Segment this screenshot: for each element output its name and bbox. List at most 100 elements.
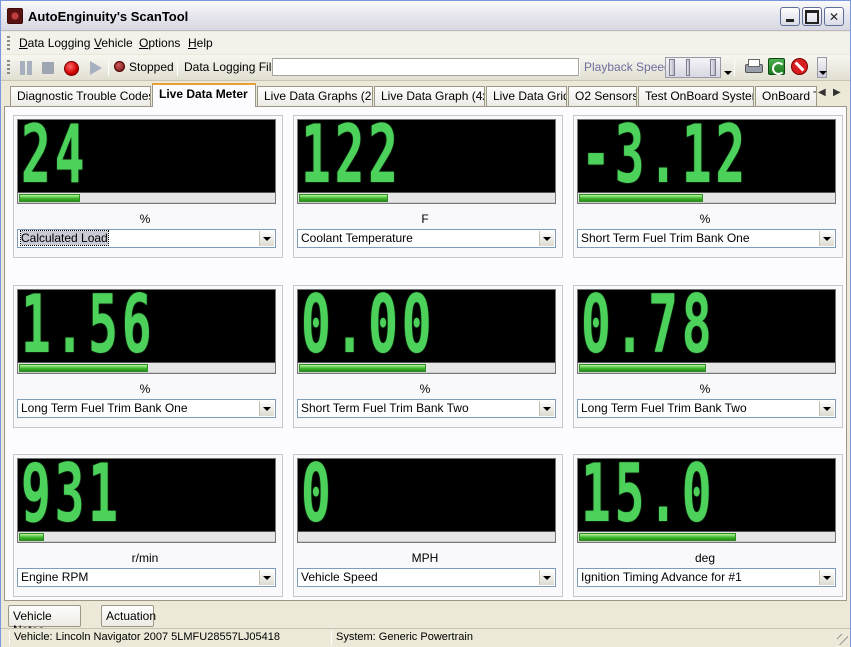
tab-scroll-left-icon[interactable]: ◀	[818, 87, 826, 98]
resize-grip-icon[interactable]	[837, 634, 848, 645]
menu-bar: Data Logging Vehicle Options Help	[1, 32, 850, 54]
pid-select[interactable]: Short Term Fuel Trim Bank Two	[297, 399, 556, 418]
pid-select-value: Calculated Load	[20, 230, 109, 246]
tab-live-data-graphs-2x[interactable]: Live Data Graphs (2x)	[257, 86, 373, 106]
pid-select-value: Engine RPM	[21, 570, 89, 584]
level-bar-fill	[19, 364, 148, 372]
meter-tile: 15.0 deg Ignition Timing Advance for #1	[573, 454, 843, 597]
lcd-display: 1.56	[17, 289, 276, 374]
status-indicator-icon	[114, 61, 125, 72]
chevron-down-icon[interactable]	[819, 401, 834, 416]
pid-select[interactable]: Coolant Temperature	[297, 229, 556, 248]
window-title: AutoEnginuity's ScanTool	[28, 9, 189, 24]
pid-select-value: Ignition Timing Advance for #1	[581, 570, 742, 584]
tab-live-data-graph-4x[interactable]: Live Data Graph (4x)	[374, 86, 485, 106]
tab-scroll-right-icon[interactable]: ▶	[833, 87, 841, 98]
pause-icon[interactable]	[17, 59, 35, 77]
pid-select[interactable]: Engine RPM	[17, 568, 276, 587]
chevron-down-icon[interactable]	[259, 401, 274, 416]
playback-speed-label: Playback Speed	[584, 60, 671, 74]
menu-options[interactable]: Options	[139, 36, 180, 50]
meter-tile: 931 r/min Engine RPM	[13, 454, 283, 597]
chevron-down-icon[interactable]	[259, 231, 274, 246]
level-bar-fill	[579, 533, 736, 541]
tab-strip: Diagnostic Trouble Codes Live Data Meter…	[1, 82, 850, 107]
chevron-down-icon[interactable]	[259, 570, 274, 585]
meter-unit: deg	[694, 551, 716, 565]
live-data-meter-panel: 24% Calculated Load 122 F Coolant Temperatur…	[4, 106, 847, 601]
meter-value: 15.0	[581, 458, 716, 540]
tab-onboard-truncated[interactable]: OnBoard T	[755, 86, 817, 106]
pid-select[interactable]: Calculated Load	[17, 229, 276, 248]
pid-select-value: Short Term Fuel Trim Bank Two	[301, 401, 469, 415]
tab-live-data-grid[interactable]: Live Data Grid	[486, 86, 567, 106]
lcd-display: 931	[17, 458, 276, 543]
stop-icon[interactable]	[39, 59, 57, 77]
menu-help[interactable]: Help	[188, 36, 213, 50]
level-bar-fill	[579, 364, 706, 372]
tab-live-data-meter[interactable]: Live Data Meter	[152, 83, 256, 107]
pid-select[interactable]: Long Term Fuel Trim Bank Two	[577, 399, 836, 418]
chevron-down-icon[interactable]	[819, 231, 834, 246]
meter-unit: %	[419, 382, 431, 396]
level-bar	[18, 531, 275, 542]
chevron-down-icon[interactable]	[539, 231, 554, 246]
tab-o2-sensors[interactable]: O2 Sensors	[568, 86, 637, 106]
meter-unit: %	[139, 382, 151, 396]
toolbar-separator	[734, 60, 735, 76]
tab-actuation[interactable]: Actuation	[101, 605, 156, 627]
menubar-grip[interactable]	[7, 36, 10, 50]
status-bar: Vehicle: Lincoln Navigator 2007 5LMFU285…	[1, 628, 850, 647]
lcd-display: 0.00	[297, 289, 556, 374]
toolbar-separator	[108, 60, 109, 76]
pid-select-value: Long Term Fuel Trim Bank Two	[581, 401, 747, 415]
chevron-down-icon[interactable]	[819, 570, 834, 585]
toolbar-overflow-icon[interactable]	[817, 57, 827, 78]
pid-select-value: Long Term Fuel Trim Bank One	[21, 401, 188, 415]
toolbar-overflow-icon[interactable]	[723, 57, 732, 78]
meter-value: 0	[301, 458, 335, 540]
slider-tick	[686, 59, 690, 76]
pid-select[interactable]: Long Term Fuel Trim Bank One	[17, 399, 276, 418]
pid-select-value: Short Term Fuel Trim Bank One	[581, 231, 750, 245]
cancel-icon[interactable]	[791, 58, 808, 75]
meter-tile: 0.78% Long Term Fuel Trim Bank Two	[573, 285, 843, 428]
lcd-display: 24	[17, 119, 276, 204]
maximize-button[interactable]	[802, 7, 822, 26]
meter-unit: %	[699, 382, 711, 396]
slider-thumb[interactable]	[710, 59, 716, 76]
title-bar[interactable]: AutoEnginuity's ScanTool ✕	[1, 1, 850, 31]
tab-diagnostic-trouble-codes[interactable]: Diagnostic Trouble Codes	[10, 86, 151, 106]
status-system: System: Generic Powertrain	[336, 631, 473, 643]
level-bar	[18, 362, 275, 373]
meter-tile: 0 MPH Vehicle Speed	[293, 454, 563, 597]
menu-data-logging[interactable]: Data Logging	[19, 36, 90, 50]
refresh-icon[interactable]	[768, 58, 785, 75]
pid-select[interactable]: Short Term Fuel Trim Bank One	[577, 229, 836, 248]
print-icon[interactable]	[744, 59, 763, 74]
meter-value: -3.12	[581, 119, 749, 201]
chevron-down-icon[interactable]	[539, 401, 554, 416]
meter-value: 24	[21, 119, 89, 201]
pid-select[interactable]: Ignition Timing Advance for #1	[577, 568, 836, 587]
lcd-display: 122	[297, 119, 556, 204]
tab-test-onboard-system[interactable]: Test OnBoard System	[638, 86, 754, 106]
close-button[interactable]: ✕	[824, 7, 844, 26]
play-icon[interactable]	[86, 59, 104, 77]
tab-vehicle-notes[interactable]: Vehicle Notes	[8, 605, 81, 637]
toolbar-grip[interactable]	[7, 60, 10, 76]
playback-speed-slider[interactable]	[665, 57, 721, 78]
record-icon[interactable]	[62, 59, 80, 77]
pid-select[interactable]: Vehicle Speed	[297, 568, 556, 587]
meter-value: 1.56	[21, 289, 156, 371]
level-bar	[578, 362, 835, 373]
minimize-button[interactable]	[780, 7, 800, 26]
chevron-down-icon[interactable]	[539, 570, 554, 585]
level-bar	[578, 192, 835, 203]
meter-tile: -3.12% Short Term Fuel Trim Bank One	[573, 115, 843, 258]
slider-thumb[interactable]	[669, 59, 675, 76]
logging-file-input[interactable]	[272, 58, 579, 76]
level-bar	[578, 531, 835, 542]
app-icon[interactable]	[7, 8, 23, 24]
menu-vehicle[interactable]: Vehicle	[94, 36, 133, 50]
